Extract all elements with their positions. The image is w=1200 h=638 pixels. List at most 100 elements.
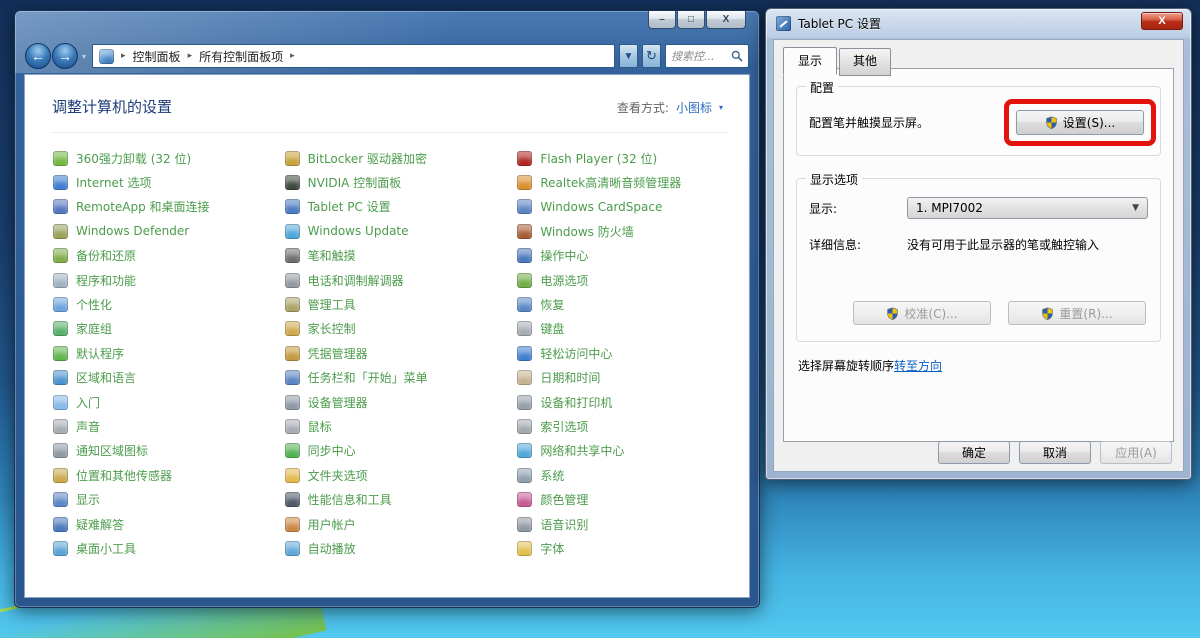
control-panel-item[interactable]: 设备管理器 — [285, 390, 518, 414]
control-panel-item[interactable]: 凭据管理器 — [285, 341, 518, 365]
address-bar: ← → ▾ ▸ 控制面板 ▸ 所有控制面板项 ▸ ▼ ↻ — [25, 42, 749, 70]
dialog-body: 显示 其他 配置 配置笔并触摸显示屏。 设置(S)... — [773, 39, 1184, 472]
minimize-button[interactable]: – — [648, 11, 676, 29]
back-button[interactable]: ← — [25, 43, 51, 69]
details-label: 详细信息: — [809, 236, 907, 253]
go-to-orientation-link[interactable]: 转至方向 — [894, 359, 942, 373]
devices-printers-icon — [517, 395, 532, 410]
control-panel-item[interactable]: 轻松访问中心 — [517, 341, 749, 365]
control-panel-item[interactable]: 通知区域图标 — [53, 439, 285, 463]
flash-player-icon — [517, 151, 532, 166]
control-panel-item[interactable]: BitLocker 驱动器加密 — [285, 146, 518, 170]
mouse-icon — [285, 419, 300, 434]
control-panel-item[interactable]: 系统 — [517, 463, 749, 487]
indexing-options-icon — [517, 419, 532, 434]
control-panel-item[interactable]: 疑难解答 — [53, 512, 285, 536]
control-panel-item-label: 备份和还原 — [76, 247, 136, 264]
tab-other[interactable]: 其他 — [839, 48, 891, 76]
control-panel-item[interactable]: 鼠标 — [285, 414, 518, 438]
control-panel-item[interactable]: 用户帐户 — [285, 512, 518, 536]
control-panel-item[interactable]: 入门 — [53, 390, 285, 414]
control-panel-item[interactable]: 显示 — [53, 487, 285, 511]
search-input[interactable] — [671, 50, 728, 63]
control-panel-item[interactable]: Realtek高清晰音频管理器 — [517, 170, 749, 194]
control-panel-item[interactable]: 程序和功能 — [53, 268, 285, 292]
control-panel-item[interactable]: 键盘 — [517, 317, 749, 341]
nav-history-chevron-icon[interactable]: ▾ — [82, 52, 86, 61]
control-panel-item[interactable]: 360强力卸载 (32 位) — [53, 146, 285, 170]
control-panel-item[interactable]: Flash Player (32 位) — [517, 146, 749, 170]
control-panel-item[interactable]: Internet 选项 — [53, 170, 285, 194]
control-panel-item[interactable]: Windows Update — [285, 219, 518, 243]
control-panel-item[interactable]: 同步中心 — [285, 439, 518, 463]
chevron-down-icon[interactable]: ▾ — [719, 103, 723, 112]
maximize-button[interactable]: □ — [677, 11, 705, 29]
control-panel-item[interactable]: 个性化 — [53, 292, 285, 316]
control-panel-item[interactable]: 家庭组 — [53, 317, 285, 341]
control-panel-item-label: 电话和调制解调器 — [308, 272, 404, 289]
control-panel-item[interactable]: 电源选项 — [517, 268, 749, 292]
control-panel-item[interactable]: 网络和共享中心 — [517, 439, 749, 463]
rotation-text: 选择屏幕旋转顺序 — [798, 359, 894, 373]
ok-button[interactable]: 确定 — [938, 441, 1010, 464]
control-panel-item[interactable]: 任务栏和「开始」菜单 — [285, 366, 518, 390]
control-panel-item[interactable]: 恢复 — [517, 292, 749, 316]
control-panel-item[interactable]: 索引选项 — [517, 414, 749, 438]
reset-button: 重置(R)... — [1008, 301, 1146, 325]
control-panel-item[interactable]: 默认程序 — [53, 341, 285, 365]
control-panel-item-label: Realtek高清晰音频管理器 — [540, 174, 681, 191]
control-panel-item-label: 声音 — [76, 418, 100, 435]
control-panel-item-label: 程序和功能 — [76, 272, 136, 289]
control-panel-item[interactable]: 家长控制 — [285, 317, 518, 341]
control-panel-item[interactable]: 操作中心 — [517, 244, 749, 268]
control-panel-item-label: 用户帐户 — [308, 516, 356, 533]
control-panel-item[interactable]: 笔和触摸 — [285, 244, 518, 268]
breadcrumb: ▸ 控制面板 ▸ 所有控制面板项 ▸ — [92, 44, 615, 68]
view-mode: 查看方式: 小图标 ▾ — [617, 96, 723, 116]
control-panel-item[interactable]: RemoteApp 和桌面连接 — [53, 195, 285, 219]
control-panel-item[interactable]: 区域和语言 — [53, 366, 285, 390]
config-group: 配置 配置笔并触摸显示屏。 设置(S)... — [796, 86, 1161, 156]
control-panel-item[interactable]: 管理工具 — [285, 292, 518, 316]
control-panel-item[interactable]: NVIDIA 控制面板 — [285, 170, 518, 194]
address-dropdown-button[interactable]: ▼ — [619, 44, 638, 68]
control-panel-item[interactable]: 备份和还原 — [53, 244, 285, 268]
control-panel-item-label: Internet 选项 — [76, 174, 151, 191]
control-panel-item[interactable]: 文件夹选项 — [285, 463, 518, 487]
dialog-close-button[interactable]: X — [1141, 12, 1183, 30]
refresh-button[interactable]: ↻ — [642, 44, 661, 68]
control-panel-item-label: 管理工具 — [308, 296, 356, 313]
cancel-button[interactable]: 取消 — [1019, 441, 1091, 464]
display-select[interactable]: 1. MPI7002 ▼ — [907, 197, 1148, 219]
control-panel-item[interactable]: 电话和调制解调器 — [285, 268, 518, 292]
control-panel-item[interactable]: 字体 — [517, 536, 749, 560]
control-panel-item[interactable]: 颜色管理 — [517, 487, 749, 511]
region-language-icon — [53, 370, 68, 385]
control-panel-item[interactable]: 声音 — [53, 414, 285, 438]
notification-area-icons-icon — [53, 443, 68, 458]
remoteapp-icon — [53, 199, 68, 214]
breadcrumb-item-control-panel[interactable]: 控制面板 — [133, 48, 181, 65]
control-panel-item[interactable]: 语音识别 — [517, 512, 749, 536]
control-panel-item[interactable]: 自动播放 — [285, 536, 518, 560]
control-panel-item[interactable]: Windows 防火墙 — [517, 219, 749, 243]
control-panel-item[interactable]: Tablet PC 设置 — [285, 195, 518, 219]
breadcrumb-item-all-items[interactable]: 所有控制面板项 — [199, 48, 283, 65]
control-panel-item[interactable]: 性能信息和工具 — [285, 487, 518, 511]
ease-of-access-icon — [517, 346, 532, 361]
tab-display[interactable]: 显示 — [783, 47, 837, 75]
tablet-pc-settings-dialog: Tablet PC 设置 X 显示 其他 配置 配置笔并触摸显示屏。 — [765, 8, 1192, 480]
combo-arrow-icon: ▼ — [1132, 203, 1139, 213]
view-mode-value-link[interactable]: 小图标 — [676, 99, 712, 116]
control-panel-item[interactable]: 日期和时间 — [517, 366, 749, 390]
control-panel-item[interactable]: 设备和打印机 — [517, 390, 749, 414]
control-panel-item[interactable]: Windows Defender — [53, 219, 285, 243]
windows-defender-icon — [53, 224, 68, 239]
control-panel-item[interactable]: 位置和其他传感器 — [53, 463, 285, 487]
settings-button[interactable]: 设置(S)... — [1016, 110, 1144, 135]
forward-button[interactable]: → — [52, 43, 78, 69]
close-button[interactable]: X — [706, 11, 746, 29]
control-panel-item[interactable]: 桌面小工具 — [53, 536, 285, 560]
control-panel-item[interactable]: Windows CardSpace — [517, 195, 749, 219]
default-programs-icon — [53, 346, 68, 361]
